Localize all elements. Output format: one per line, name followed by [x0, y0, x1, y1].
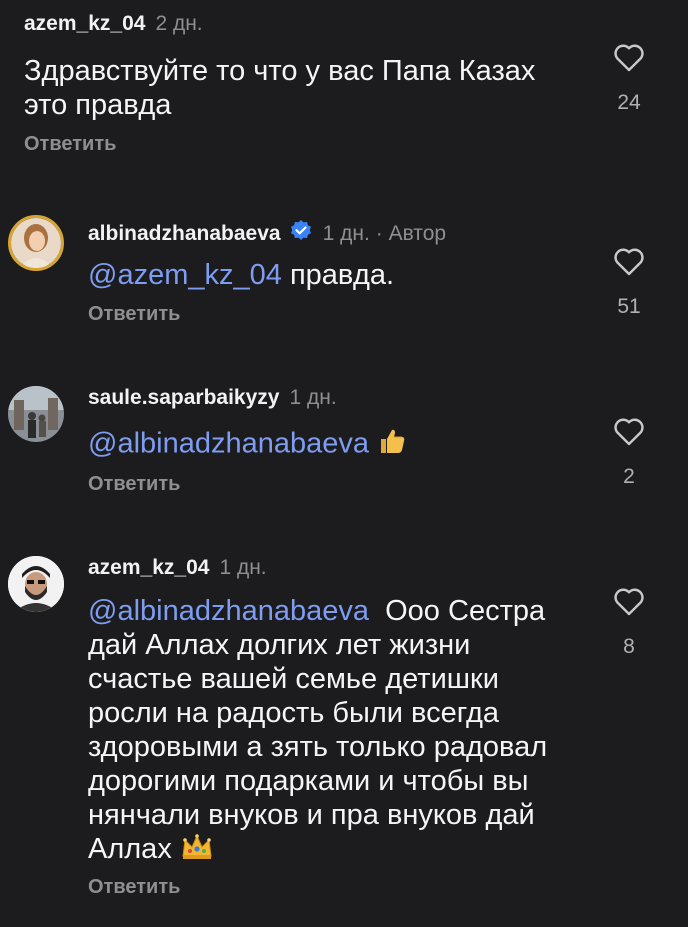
like-count: 2	[623, 465, 635, 488]
timestamp: 1 дн.	[322, 222, 370, 245]
comment-3: saule.saparbaikyzy 1 дн. @albinadzhanaba…	[0, 340, 688, 510]
username[interactable]: saule.saparbaikyzy	[88, 386, 279, 410]
timestamp: 2 дн.	[155, 12, 203, 35]
username[interactable]: azem_kz_04	[88, 556, 209, 580]
heart-icon[interactable]	[612, 416, 646, 446]
author-label: · Автор	[375, 222, 447, 245]
comment-body: дай Аллах долгих лет жизни счастье вашей…	[88, 629, 548, 865]
comment-meta: azem_kz_04 2 дн.	[24, 12, 203, 36]
like-button[interactable]: 8	[599, 586, 659, 659]
verified-badge-icon	[289, 219, 313, 248]
username[interactable]: albinadzhanabaeva	[88, 222, 281, 246]
comment-2: albinadzhanabaeva 1 дн. · Автор @azem_kz…	[0, 170, 688, 340]
avatar[interactable]	[8, 556, 64, 612]
like-button[interactable]: 24	[599, 42, 659, 115]
like-button[interactable]: 51	[599, 246, 659, 319]
comment-1: azem_kz_04 2 дн. Здравствуйте то что у в…	[0, 0, 688, 170]
avatar[interactable]	[8, 215, 64, 271]
comment-text: @albinadzhanabaeva	[88, 426, 568, 464]
reply-button[interactable]: Ответить	[88, 303, 180, 326]
reply-button[interactable]: Ответить	[24, 133, 116, 156]
like-count: 51	[617, 295, 641, 318]
comment-meta: saule.saparbaikyzy 1 дн.	[88, 386, 337, 410]
heart-icon[interactable]	[612, 586, 646, 616]
comment-text: @azem_kz_04 правда.	[88, 258, 568, 292]
timestamp: 1 дн.	[289, 386, 337, 409]
mention-link[interactable]: @albinadzhanabaeva	[88, 595, 369, 627]
like-button[interactable]: 2	[599, 416, 659, 489]
heart-icon[interactable]	[612, 42, 646, 72]
comment-text: @albinadzhanabaeva Ооо Сестра дай Аллах …	[88, 594, 568, 868]
thumbs-up-icon	[377, 426, 407, 464]
timestamp: 1 дн.	[219, 556, 267, 579]
like-count: 8	[623, 635, 635, 658]
comment-4: azem_kz_04 1 дн. @albinadzhanabaeva Ооо …	[0, 510, 688, 927]
mention-link[interactable]: @azem_kz_04	[88, 259, 282, 291]
mention-link[interactable]: @albinadzhanabaeva	[88, 428, 369, 460]
heart-icon[interactable]	[612, 246, 646, 276]
comment-meta: azem_kz_04 1 дн.	[88, 556, 267, 580]
reply-button[interactable]: Ответить	[88, 876, 180, 899]
reply-button[interactable]: Ответить	[88, 473, 180, 496]
username[interactable]: azem_kz_04	[24, 12, 145, 36]
like-count: 24	[617, 91, 641, 114]
comment-text: Здравствуйте то что у вас Папа Казах это…	[24, 55, 536, 121]
comment-body: правда.	[289, 259, 395, 291]
crown-icon	[180, 832, 214, 868]
comment-body-line1: Ооо Сестра	[385, 595, 546, 627]
comment-meta: albinadzhanabaeva 1 дн. · Автор	[88, 216, 446, 246]
avatar[interactable]	[8, 386, 64, 442]
